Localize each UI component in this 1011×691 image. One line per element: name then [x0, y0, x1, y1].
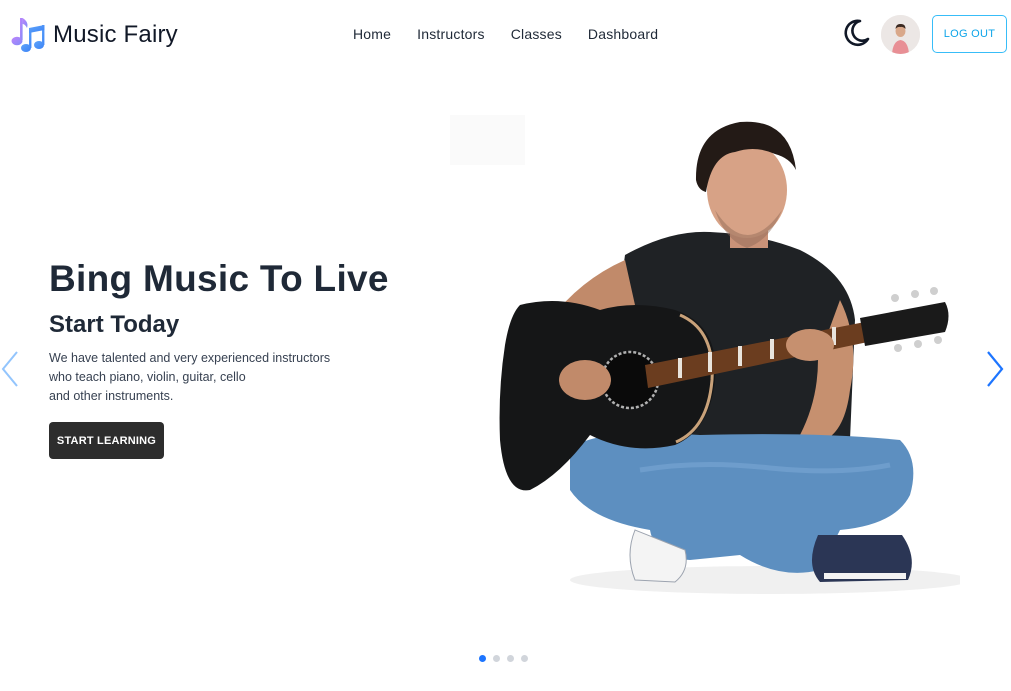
hero-description-line: We have talented and very experienced in… [49, 351, 331, 365]
hero-title: Bing Music To Live [49, 258, 389, 299]
logout-button[interactable]: LOG OUT [932, 15, 1007, 53]
carousel-next-arrow-icon[interactable] [983, 349, 1007, 389]
carousel-prev-arrow-icon[interactable] [0, 349, 24, 389]
brand-logo[interactable]: Music Fairy [9, 16, 178, 54]
hero-description-line: and other instruments. [49, 389, 174, 403]
nav-link-home[interactable]: Home [353, 26, 391, 42]
main-nav: Home Instructors Classes Dashboard [353, 26, 658, 42]
nav-link-instructors[interactable]: Instructors [417, 26, 485, 42]
hero-guitarist-image [450, 115, 960, 594]
moon-icon[interactable] [840, 17, 872, 49]
hero-subtitle: Start Today [49, 311, 180, 338]
avatar[interactable] [881, 15, 920, 54]
carousel-dot[interactable] [507, 655, 514, 662]
nav-link-dashboard[interactable]: Dashboard [588, 26, 658, 42]
music-notes-icon [11, 18, 45, 52]
carousel-dot[interactable] [479, 655, 486, 662]
navbar: Music Fairy Home Instructors Classes Das… [0, 0, 1011, 70]
carousel-dot[interactable] [493, 655, 500, 662]
user-photo [881, 15, 920, 54]
brand-name: Music Fairy [53, 21, 178, 48]
carousel-indicators [479, 655, 528, 662]
hero-description-line: who teach piano, violin, guitar, cello [49, 370, 246, 384]
start-learning-button[interactable]: START LEARNING [49, 422, 164, 459]
nav-link-classes[interactable]: Classes [511, 26, 562, 42]
hero-description: We have talented and very experienced in… [49, 349, 330, 406]
carousel-dot[interactable] [521, 655, 528, 662]
